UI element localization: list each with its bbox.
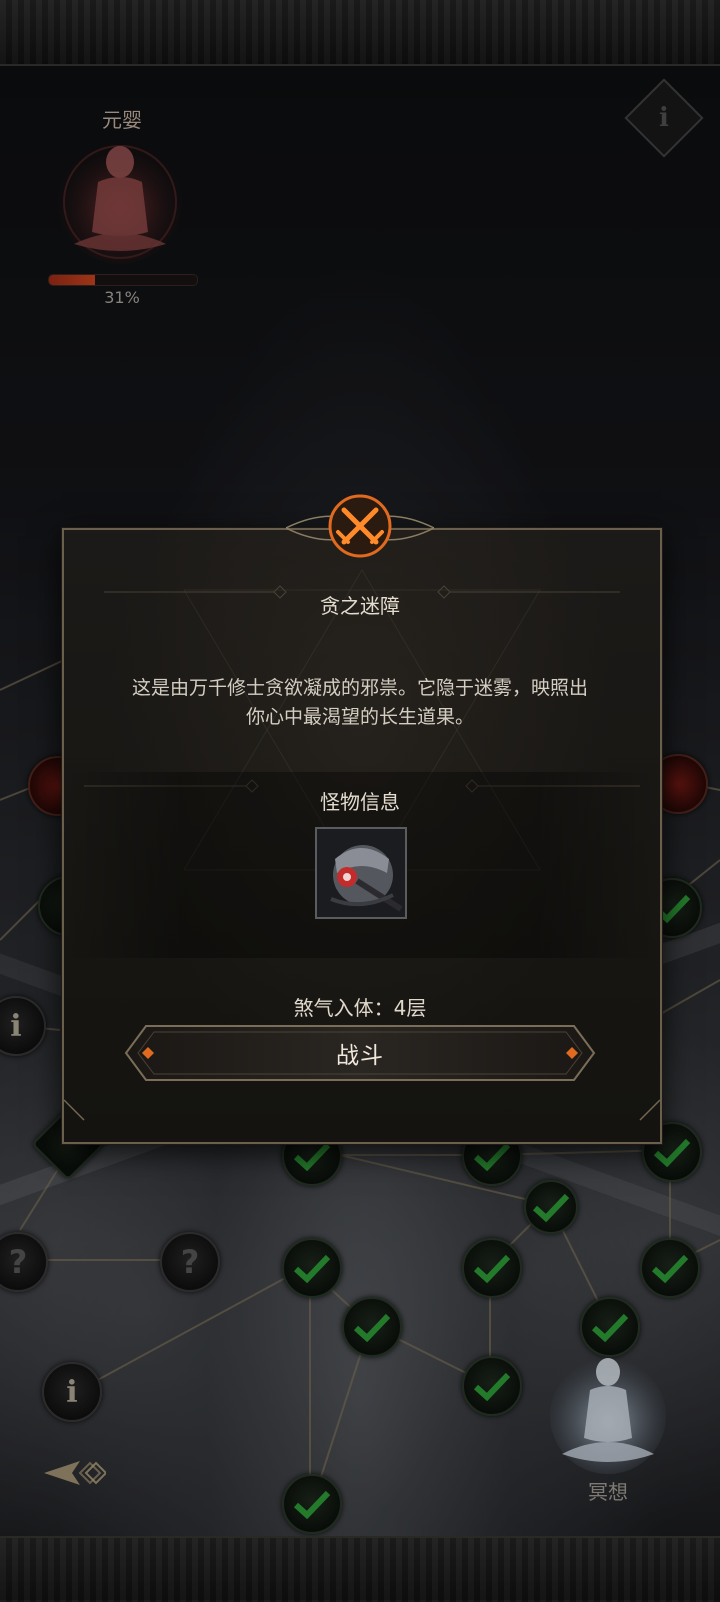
monster-portrait[interactable] — [315, 827, 407, 919]
crossed-swords-icon — [286, 494, 434, 558]
encounter-title: 贪之迷障 — [320, 594, 400, 618]
curse-status-text: 煞气入体：4层 — [293, 996, 427, 1020]
encounter-description: 这是由万千修士贪欲凝成的邪祟。它隐于迷雾，映照出你心中最渴望的长生道果。 — [131, 677, 588, 728]
fight-button-label: 战斗 — [336, 1043, 384, 1069]
monster-info-title: 怪物信息 — [320, 790, 400, 814]
